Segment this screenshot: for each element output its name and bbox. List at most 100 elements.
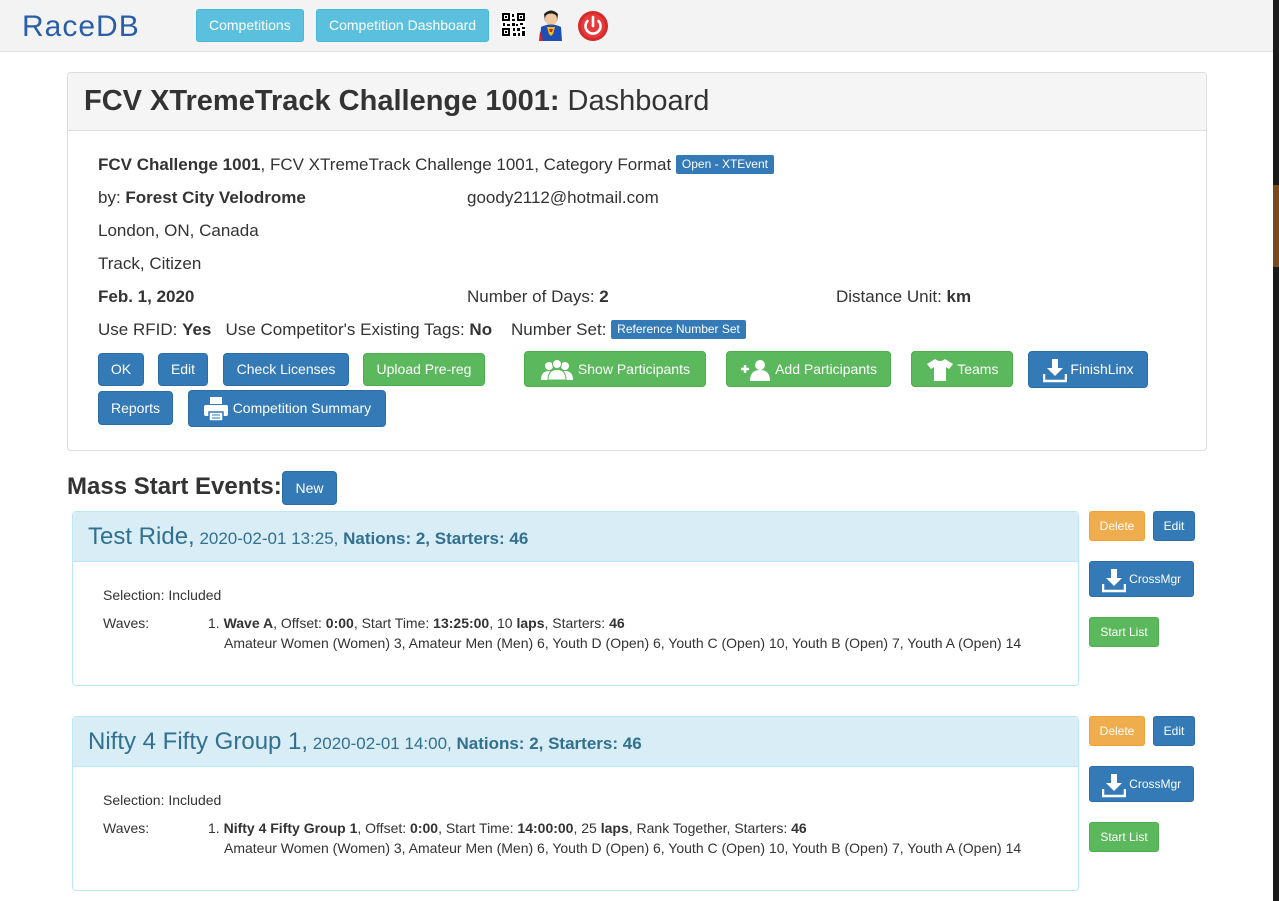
laps-word: laps bbox=[600, 820, 629, 836]
discipline: Track, Citizen bbox=[98, 254, 202, 273]
selection-value: Included bbox=[164, 587, 222, 603]
title-suffix: Dashboard bbox=[559, 85, 710, 117]
finishlinx-button[interactable]: FinishLinx bbox=[1028, 351, 1148, 388]
competition-summary-button[interactable]: Competition Summary bbox=[188, 390, 386, 427]
crossmgr-button[interactable]: CrossMgr bbox=[1089, 766, 1194, 802]
by-label: by: bbox=[98, 188, 126, 207]
competition-line: FCV Challenge 1001, FCV XTremeTrack Chal… bbox=[98, 155, 774, 175]
event-datetime: 2020-02-01 13:25, bbox=[194, 529, 339, 548]
waves-label: Waves: bbox=[103, 820, 150, 836]
laps-count: , 10 bbox=[489, 615, 517, 631]
delete-event-button[interactable]: Delete bbox=[1089, 716, 1145, 746]
download-icon bbox=[1101, 568, 1127, 593]
wave-categories: Amateur Women (Women) 3, Amateur Men (Me… bbox=[224, 635, 1022, 651]
wave-number: 1. bbox=[208, 615, 224, 631]
event-nations: Nations: 2, bbox=[338, 529, 431, 548]
rfid-line: Use RFID: Yes Use Competitor's Existing … bbox=[98, 320, 746, 340]
add-participants-label: Add Participants bbox=[775, 361, 878, 377]
start-label: , Start Time: bbox=[438, 820, 518, 836]
superhero-avatar-icon[interactable] bbox=[539, 9, 563, 41]
competition-date: Feb. 1, 2020 bbox=[98, 287, 195, 306]
distance-unit: Distance Unit: km bbox=[836, 287, 971, 307]
event-panel: Nifty 4 Fifty Group 1, 2020-02-01 14:00,… bbox=[72, 716, 1079, 891]
event-starters: Starters: 46 bbox=[430, 529, 529, 548]
start-value: 14:00:00 bbox=[517, 820, 574, 836]
organizer-name: Forest City Velodrome bbox=[125, 188, 306, 207]
wave-name: Wave A bbox=[223, 615, 274, 631]
add-participants-button[interactable]: Add Participants bbox=[726, 351, 891, 387]
new-mass-start-button[interactable]: New bbox=[282, 471, 337, 505]
organizer-line: by: Forest City Velodrome bbox=[98, 188, 306, 208]
event-title: Nifty 4 Fifty Group 1, 2020-02-01 14:00,… bbox=[88, 728, 642, 756]
wave-extra: , Starters: bbox=[544, 615, 610, 631]
number-of-days: Number of Days: 2 bbox=[467, 287, 609, 307]
show-participants-button[interactable]: Show Participants bbox=[524, 351, 706, 387]
finishlinx-label: FinishLinx bbox=[1070, 361, 1134, 377]
wave-starters: 46 bbox=[609, 615, 625, 631]
event-name[interactable]: Nifty 4 Fifty Group 1, bbox=[88, 728, 308, 755]
competition-summary-label: Competition Summary bbox=[232, 400, 372, 416]
event-title: Test Ride, 2020-02-01 13:25, Nations: 2,… bbox=[88, 523, 528, 551]
edit-event-button[interactable]: Edit bbox=[1153, 511, 1195, 541]
title-competition: FCV XTremeTrack Challenge 1001: bbox=[84, 85, 560, 117]
wave-starters: 46 bbox=[791, 820, 807, 836]
competitions-button[interactable]: Competitions bbox=[196, 9, 304, 42]
wave-number: 1. bbox=[208, 820, 224, 836]
selection-line: Selection: Included bbox=[103, 792, 221, 808]
power-icon[interactable] bbox=[577, 10, 609, 42]
format-badge: Open - XTEvent bbox=[675, 155, 774, 174]
event-name[interactable]: Test Ride, bbox=[88, 523, 195, 550]
show-participants-label: Show Participants bbox=[577, 361, 690, 377]
rfid-value: Yes bbox=[182, 320, 212, 339]
event-nations: Nations: 2, bbox=[451, 734, 544, 753]
dashboard-panel-header: FCV XTremeTrack Challenge 1001: Dashboar… bbox=[68, 73, 1206, 131]
competition-name: FCV Challenge 1001 bbox=[98, 155, 261, 174]
wave-name: Nifty 4 Fifty Group 1 bbox=[223, 820, 358, 836]
days-label: Number of Days: bbox=[467, 287, 600, 306]
add-participant-icon bbox=[740, 360, 770, 382]
wave-categories: Amateur Women (Women) 3, Amateur Men (Me… bbox=[224, 840, 1022, 856]
offset-value: 0:00 bbox=[410, 820, 439, 836]
event-panel: Test Ride, 2020-02-01 13:25, Nations: 2,… bbox=[72, 511, 1079, 686]
tags-label: Use Competitor's Existing Tags: bbox=[225, 320, 470, 339]
start-list-button[interactable]: Start List bbox=[1089, 617, 1159, 647]
wave-line: 1. Nifty 4 Fifty Group 1, Offset: 0:00, … bbox=[208, 820, 807, 836]
page-title: FCV XTremeTrack Challenge 1001: Dashboar… bbox=[84, 85, 709, 118]
window-edge-highlight bbox=[1273, 185, 1279, 267]
numset-label: Number Set: bbox=[511, 320, 612, 339]
start-list-button[interactable]: Start List bbox=[1089, 822, 1159, 852]
wave-line: 1. Wave A, Offset: 0:00, Start Time: 13:… bbox=[208, 615, 625, 631]
offset-label: , Offset: bbox=[357, 820, 411, 836]
selection-label: Selection: bbox=[103, 792, 165, 808]
offset-label: , Offset: bbox=[273, 615, 326, 631]
wave-extra: , Rank Together, Starters: bbox=[628, 820, 792, 836]
number-set-badge[interactable]: Reference Number Set bbox=[611, 320, 746, 339]
check-licenses-button[interactable]: Check Licenses bbox=[223, 353, 349, 386]
distance-value: km bbox=[946, 287, 972, 306]
start-value: 13:25:00 bbox=[433, 615, 490, 631]
event-header: Nifty 4 Fifty Group 1, 2020-02-01 14:00,… bbox=[73, 717, 1078, 767]
logo-text: RaceDB bbox=[22, 10, 140, 43]
distance-label: Distance Unit: bbox=[836, 287, 947, 306]
download-icon bbox=[1101, 773, 1127, 798]
edit-event-button[interactable]: Edit bbox=[1153, 716, 1195, 746]
window-edge bbox=[1273, 0, 1279, 901]
event-starters: Starters: 46 bbox=[543, 734, 642, 753]
start-label: , Start Time: bbox=[353, 615, 434, 631]
upload-prereg-button[interactable]: Upload Pre-reg bbox=[363, 353, 485, 386]
tags-value: No bbox=[469, 320, 493, 339]
printer-icon bbox=[203, 397, 228, 423]
racedb-logo[interactable]: RaceDB bbox=[22, 9, 182, 43]
competition-dashboard-button[interactable]: Competition Dashboard bbox=[316, 9, 490, 42]
laps-word: laps bbox=[516, 615, 545, 631]
edit-competition-button[interactable]: Edit bbox=[158, 353, 208, 386]
offset-value: 0:00 bbox=[325, 615, 354, 631]
qr-code-icon[interactable] bbox=[501, 11, 526, 38]
selection-value: Included bbox=[164, 792, 222, 808]
ok-button[interactable]: OK bbox=[98, 353, 144, 386]
delete-event-button[interactable]: Delete bbox=[1089, 511, 1145, 541]
teams-button[interactable]: Teams bbox=[911, 351, 1013, 387]
crossmgr-button[interactable]: CrossMgr bbox=[1089, 561, 1194, 597]
reports-button[interactable]: Reports bbox=[98, 391, 173, 425]
navbar: RaceDB Competitions Competition Dashboar… bbox=[0, 0, 1273, 52]
